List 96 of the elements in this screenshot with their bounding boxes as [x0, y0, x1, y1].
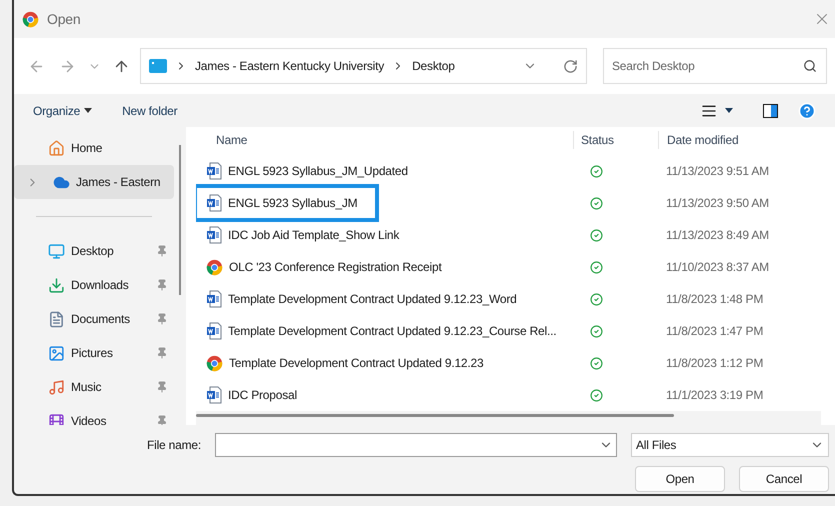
sidebar-label: Videos — [71, 413, 108, 425]
file-name-cell[interactable]: IDC Proposal — [196, 379, 566, 411]
sidebar-label: James - Eastern — [76, 174, 162, 191]
picture-icon — [48, 344, 65, 362]
file-name: Template Development Contract Updated 9.12.23_Word — [228, 291, 517, 308]
date-modified: 11/13/2023 9:51 AM — [665, 163, 769, 180]
sidebar-label: Music — [71, 379, 102, 396]
scrollbar-thumb[interactable] — [179, 145, 181, 295]
date-modified: 11/13/2023 8:49 AM — [665, 227, 769, 244]
file-name-cell[interactable]: Template Development Contract Updated 9.12.23_Word — [196, 283, 566, 315]
sidebar-item[interactable]: Videos — [14, 404, 174, 425]
file-type-dropdown[interactable]: All Files — [631, 433, 829, 457]
word-document-icon — [206, 162, 222, 180]
word-document-icon — [206, 322, 222, 340]
file-name: IDC Proposal — [228, 387, 297, 404]
desktop-icon — [48, 242, 65, 260]
file-name: OLC '23 Conference Registration Receipt — [229, 259, 442, 276]
synced-status-icon — [590, 196, 603, 210]
file-name: IDC Job Aid Template_Show Link — [228, 227, 400, 244]
pin-icon — [156, 415, 168, 425]
sidebar-item[interactable]: Desktop — [14, 234, 174, 268]
column-header[interactable]: Status — [573, 131, 658, 149]
file-name-cell[interactable]: IDC Job Aid Template_Show Link — [196, 219, 566, 251]
pin-icon — [156, 381, 168, 393]
word-document-icon — [206, 226, 222, 244]
breadcrumb[interactable]: James - Eastern Kentucky University — [195, 57, 384, 75]
sidebar-item[interactable]: Documents — [14, 302, 174, 336]
word-document-icon — [206, 386, 222, 404]
synced-status-icon — [590, 228, 603, 242]
file-name-cell[interactable]: OLC '23 Conference Registration Receipt — [196, 251, 566, 283]
synced-status-icon — [590, 388, 603, 402]
caret-icon[interactable] — [725, 108, 733, 113]
file-name: Template Development Contract Updated 9.12.23_Course Rel... — [228, 323, 556, 340]
file-name-cell[interactable]: ENGL 5923 Syllabus_JM — [196, 187, 376, 219]
date-modified: 11/8/2023 1:48 PM — [665, 291, 764, 308]
file-name-cell[interactable]: ENGL 5923 Syllabus_JM_Updated — [196, 155, 566, 187]
window-title: Open — [47, 10, 80, 29]
sidebar-label: Home — [71, 140, 104, 157]
search-icon — [803, 59, 817, 73]
file-name-cell[interactable]: Template Development Contract Updated 9.12.23 — [196, 347, 566, 379]
breadcrumb[interactable]: Desktop — [412, 57, 455, 75]
file-name-field[interactable] — [215, 433, 617, 457]
music-icon — [48, 378, 65, 396]
home-icon — [48, 140, 65, 156]
sidebar-item[interactable]: Downloads — [14, 268, 174, 302]
date-modified: 11/13/2023 9:50 AM — [665, 195, 769, 212]
column-header[interactable]: Date modified — [658, 131, 808, 149]
file-name: Template Development Contract Updated 9.12.23 — [229, 355, 484, 372]
organize-menu[interactable]: Organize — [33, 102, 92, 120]
refresh-icon[interactable] — [563, 58, 578, 74]
sidebar-label: Pictures — [71, 345, 114, 362]
date-modified: 11/1/2023 3:19 PM — [665, 387, 764, 404]
sidebar-item[interactable]: Music — [14, 370, 174, 404]
sidebar-label: Downloads — [71, 277, 130, 294]
date-modified: 11/8/2023 1:12 PM — [665, 355, 764, 372]
preview-pane-icon[interactable] — [763, 104, 778, 118]
pin-icon — [156, 279, 168, 291]
sidebar-item[interactable]: James - Eastern — [14, 165, 174, 199]
column-header[interactable]: Name — [196, 131, 573, 149]
file-name: ENGL 5923 Syllabus_JM_Updated — [228, 163, 408, 180]
sidebar-label: Documents — [71, 311, 131, 328]
synced-status-icon — [590, 356, 603, 370]
sidebar-label: Desktop — [71, 243, 115, 260]
horizontal-scrollbar-thumb[interactable] — [196, 414, 674, 417]
synced-status-icon — [590, 260, 603, 274]
field-label: File name: — [146, 437, 201, 454]
caret-icon — [84, 108, 92, 113]
dialog-button[interactable]: Open — [635, 466, 725, 492]
word-document-icon — [206, 290, 222, 308]
new-folder-button[interactable]: New folder — [122, 102, 178, 120]
synced-status-icon — [590, 164, 603, 178]
download-icon — [48, 276, 65, 294]
file-type-value: All Files — [636, 437, 678, 454]
sidebar-item[interactable]: Home — [14, 131, 174, 165]
browser-logo-icon — [206, 354, 223, 372]
browser-logo-icon — [206, 258, 223, 276]
address-bar[interactable]: James - Eastern Kentucky University Desktop — [140, 48, 587, 84]
pin-icon — [156, 313, 168, 325]
synced-status-icon — [590, 292, 603, 306]
date-modified: 11/10/2023 8:37 AM — [665, 259, 769, 276]
desktop-icon — [149, 59, 167, 73]
file-name: ENGL 5923 Syllabus_JM — [228, 195, 358, 212]
pin-icon — [156, 347, 168, 359]
sidebar-item[interactable]: Pictures — [14, 336, 174, 370]
date-modified: 11/8/2023 1:47 PM — [665, 323, 764, 340]
synced-status-icon — [590, 324, 603, 338]
view-options-icon[interactable] — [701, 102, 717, 118]
document-icon — [48, 310, 65, 328]
word-document-icon — [206, 194, 222, 212]
dialog-button[interactable]: Cancel — [739, 466, 829, 492]
video-icon — [48, 412, 65, 425]
help-icon[interactable] — [798, 102, 816, 120]
pin-icon — [156, 245, 168, 257]
search-field[interactable]: Search Desktop — [603, 48, 827, 84]
browser-logo-icon — [22, 10, 39, 28]
file-name-cell[interactable]: Template Development Contract Updated 9.12.23_Course Rel... — [196, 315, 566, 347]
